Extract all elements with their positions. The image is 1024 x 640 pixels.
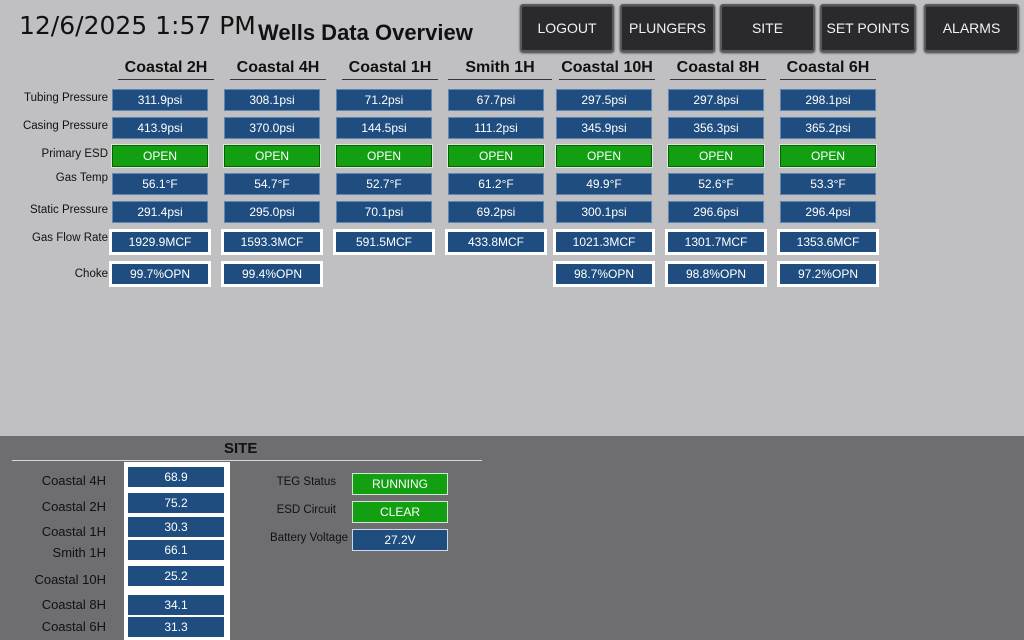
gas-flow-rate-coastal-4h[interactable]: 1593.3MCF (221, 229, 323, 255)
row-label-static-pressure: Static Pressure (30, 204, 108, 216)
battery-voltage-value[interactable]: 27.2V (352, 529, 448, 551)
static-pressure-coastal-2h[interactable]: 291.4psi (112, 201, 208, 223)
casing-pressure-coastal-4h[interactable]: 370.0psi (224, 117, 320, 139)
site-value-smith-1h[interactable]: 66.1 (128, 540, 224, 560)
well-header-coastal-6h: Coastal 6H (780, 59, 876, 80)
well-header-coastal-2h: Coastal 2H (118, 59, 214, 80)
gas-flow-rate-coastal-2h[interactable]: 1929.9MCF (109, 229, 211, 255)
site-label-coastal-4h: Coastal 4H (41, 473, 106, 488)
static-pressure-coastal-10h[interactable]: 300.1psi (556, 201, 652, 223)
site-divider (12, 460, 482, 461)
choke-coastal-8h[interactable]: 98.8%OPN (665, 261, 767, 287)
gas-flow-rate-smith-1h[interactable]: 433.8MCF (445, 229, 547, 255)
primary-esd-coastal-1h[interactable]: OPEN (335, 144, 433, 168)
choke-coastal-4h[interactable]: 99.4%OPN (221, 261, 323, 287)
site-label-coastal-2h: Coastal 2H (41, 499, 106, 514)
gas-flow-rate-coastal-8h[interactable]: 1301.7MCF (665, 229, 767, 255)
teg-status-label: TEG Status (276, 476, 336, 488)
primary-esd-smith-1h[interactable]: OPEN (447, 144, 545, 168)
well-header-coastal-10h: Coastal 10H (559, 59, 655, 80)
well-header-coastal-1h: Coastal 1H (342, 59, 438, 80)
primary-esd-coastal-6h[interactable]: OPEN (779, 144, 877, 168)
site-value-coastal-6h[interactable]: 31.3 (128, 617, 224, 637)
alarms-button[interactable]: ALARMS (924, 4, 1019, 52)
static-pressure-coastal-1h[interactable]: 70.1psi (336, 201, 432, 223)
site-section-title: SITE (224, 440, 258, 457)
primary-esd-coastal-10h[interactable]: OPEN (555, 144, 653, 168)
site-label-coastal-10h: Coastal 10H (34, 572, 106, 587)
tubing-pressure-coastal-1h[interactable]: 71.2psi (336, 89, 432, 111)
choke-coastal-10h[interactable]: 98.7%OPN (553, 261, 655, 287)
row-label-gas-flow-rate: Gas Flow Rate (31, 232, 108, 244)
primary-esd-coastal-4h[interactable]: OPEN (223, 144, 321, 168)
tubing-pressure-coastal-6h[interactable]: 298.1psi (780, 89, 876, 111)
casing-pressure-coastal-10h[interactable]: 345.9psi (556, 117, 652, 139)
choke-coastal-2h[interactable]: 99.7%OPN (109, 261, 211, 287)
logout-button[interactable]: LOGOUT (520, 4, 614, 52)
gas-temp-coastal-2h[interactable]: 56.1°F (112, 173, 208, 195)
primary-esd-coastal-8h[interactable]: OPEN (667, 144, 765, 168)
site-label-coastal-1h: Coastal 1H (41, 524, 106, 539)
gas-temp-coastal-1h[interactable]: 52.7°F (336, 173, 432, 195)
gas-temp-coastal-4h[interactable]: 54.7°F (224, 173, 320, 195)
tubing-pressure-coastal-2h[interactable]: 311.9psi (112, 89, 208, 111)
tubing-pressure-coastal-8h[interactable]: 297.8psi (668, 89, 764, 111)
page-title: Wells Data Overview (258, 20, 473, 45)
casing-pressure-coastal-6h[interactable]: 365.2psi (780, 117, 876, 139)
well-header-smith-1h: Smith 1H (448, 59, 552, 80)
tubing-pressure-coastal-10h[interactable]: 297.5psi (556, 89, 652, 111)
row-label-primary-esd: Primary ESD (41, 148, 108, 160)
gas-temp-coastal-8h[interactable]: 52.6°F (668, 173, 764, 195)
static-pressure-coastal-6h[interactable]: 296.4psi (780, 201, 876, 223)
well-header-coastal-8h: Coastal 8H (670, 59, 766, 80)
static-pressure-smith-1h[interactable]: 69.2psi (448, 201, 544, 223)
casing-pressure-coastal-1h[interactable]: 144.5psi (336, 117, 432, 139)
teg-status-indicator[interactable]: RUNNING (352, 473, 448, 495)
static-pressure-coastal-4h[interactable]: 295.0psi (224, 201, 320, 223)
site-label-smith-1h: Smith 1H (52, 545, 106, 560)
gas-flow-rate-coastal-6h[interactable]: 1353.6MCF (777, 229, 879, 255)
static-pressure-coastal-8h[interactable]: 296.6psi (668, 201, 764, 223)
gas-temp-coastal-6h[interactable]: 53.3°F (780, 173, 876, 195)
row-label-choke: Choke (74, 268, 108, 280)
site-value-coastal-2h[interactable]: 75.2 (128, 493, 224, 513)
gas-flow-rate-coastal-10h[interactable]: 1021.3MCF (553, 229, 655, 255)
site-value-coastal-8h[interactable]: 34.1 (128, 595, 224, 615)
esd-circuit-label: ESD Circuit (276, 504, 336, 516)
site-label-coastal-6h: Coastal 6H (41, 619, 106, 634)
site-label-coastal-8h: Coastal 8H (41, 597, 106, 612)
tubing-pressure-smith-1h[interactable]: 67.7psi (448, 89, 544, 111)
choke-coastal-6h[interactable]: 97.2%OPN (777, 261, 879, 287)
set-points-button[interactable]: SET POINTS (820, 4, 916, 52)
site-value-coastal-10h[interactable]: 25.2 (128, 566, 224, 586)
casing-pressure-smith-1h[interactable]: 111.2psi (448, 117, 544, 139)
site-button[interactable]: SITE (720, 4, 815, 52)
plungers-button[interactable]: PLUNGERS (620, 4, 715, 52)
site-value-coastal-1h[interactable]: 30.3 (128, 517, 224, 537)
gas-flow-rate-coastal-1h[interactable]: 591.5MCF (333, 229, 435, 255)
row-label-casing-pressure: Casing Pressure (22, 120, 108, 132)
site-value-coastal-4h[interactable]: 68.9 (128, 467, 224, 487)
primary-esd-coastal-2h[interactable]: OPEN (111, 144, 209, 168)
casing-pressure-coastal-2h[interactable]: 413.9psi (112, 117, 208, 139)
battery-voltage-label: Battery Voltage (270, 532, 348, 544)
gas-temp-smith-1h[interactable]: 61.2°F (448, 173, 544, 195)
row-label-tubing-pressure: Tubing Pressure (24, 92, 108, 104)
casing-pressure-coastal-8h[interactable]: 356.3psi (668, 117, 764, 139)
tubing-pressure-coastal-4h[interactable]: 308.1psi (224, 89, 320, 111)
row-label-gas-temp: Gas Temp (55, 172, 108, 184)
well-header-coastal-4h: Coastal 4H (230, 59, 326, 80)
datetime-display: 12/6/2025 1:57 PM (19, 11, 256, 40)
esd-circuit-indicator[interactable]: CLEAR (352, 501, 448, 523)
gas-temp-coastal-10h[interactable]: 49.9°F (556, 173, 652, 195)
